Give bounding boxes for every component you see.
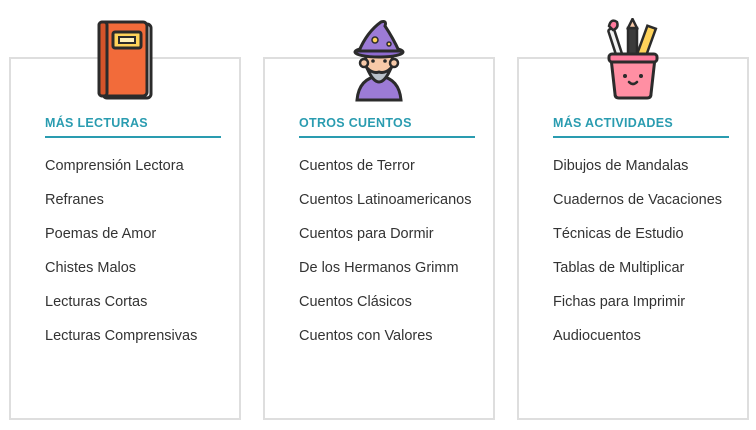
link-lecturas-cortas[interactable]: Lecturas Cortas — [45, 291, 225, 314]
link-poemas-de-amor[interactable]: Poemas de Amor — [45, 223, 225, 246]
link-cuentos-para-dormir[interactable]: Cuentos para Dormir — [299, 223, 479, 246]
link-cuadernos-de-vacaciones[interactable]: Cuadernos de Vacaciones — [553, 189, 733, 212]
column-title: MÁS LECTURAS — [45, 116, 221, 138]
link-tablas-de-multiplicar[interactable]: Tablas de Multiplicar — [553, 257, 733, 280]
link-audiocuentos[interactable]: Audiocuentos — [553, 325, 733, 348]
wizard-icon — [347, 18, 411, 102]
link-comprension-lectora[interactable]: Comprensión Lectora — [45, 155, 225, 178]
column-mas-actividades: MÁS ACTIVIDADES Dibujos de Mandalas Cuad… — [517, 18, 749, 420]
link-cuentos-con-valores[interactable]: Cuentos con Valores — [299, 325, 479, 348]
link-list: Dibujos de Mandalas Cuadernos de Vacacio… — [553, 155, 733, 359]
link-cuentos-latinoamericanos[interactable]: Cuentos Latinoamericanos — [299, 189, 479, 212]
column-title: OTROS CUENTOS — [299, 116, 475, 138]
link-dibujos-de-mandalas[interactable]: Dibujos de Mandalas — [553, 155, 733, 178]
column-title: MÁS ACTIVIDADES — [553, 116, 729, 138]
link-tecnicas-de-estudio[interactable]: Técnicas de Estudio — [553, 223, 733, 246]
link-fichas-para-imprimir[interactable]: Fichas para Imprimir — [553, 291, 733, 314]
column-otros-cuentos: OTROS CUENTOS Cuentos de Terror Cuentos … — [263, 20, 495, 420]
link-hermanos-grimm[interactable]: De los Hermanos Grimm — [299, 257, 479, 280]
column-mas-lecturas: MÁS LECTURAS Comprensión Lectora Refrane… — [9, 20, 241, 420]
link-refranes[interactable]: Refranes — [45, 189, 225, 212]
link-lecturas-comprensivas[interactable]: Lecturas Comprensivas — [45, 325, 225, 348]
book-icon — [93, 18, 157, 102]
pencil-cup-icon — [601, 18, 665, 102]
link-list: Cuentos de Terror Cuentos Latinoamerican… — [299, 155, 479, 359]
link-chistes-malos[interactable]: Chistes Malos — [45, 257, 225, 280]
link-cuentos-clasicos[interactable]: Cuentos Clásicos — [299, 291, 479, 314]
link-cuentos-de-terror[interactable]: Cuentos de Terror — [299, 155, 479, 178]
link-list: Comprensión Lectora Refranes Poemas de A… — [45, 155, 225, 359]
